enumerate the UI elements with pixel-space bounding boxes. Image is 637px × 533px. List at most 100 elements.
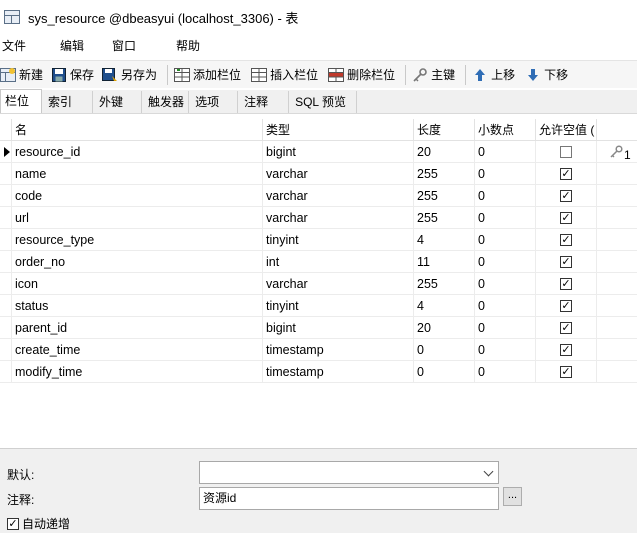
field-name-cell[interactable]: resource_type: [12, 229, 263, 251]
field-length-cell[interactable]: 20: [414, 317, 475, 339]
nullable-checkbox[interactable]: ✓: [560, 366, 572, 378]
field-decimals-cell[interactable]: 0: [475, 207, 536, 229]
menu-file[interactable]: 文件: [0, 35, 33, 57]
field-decimals-cell[interactable]: 0: [475, 229, 536, 251]
save-as-button[interactable]: 另存为: [102, 63, 161, 87]
field-length-cell[interactable]: 4: [414, 295, 475, 317]
table-row[interactable]: status tinyint 4 0 ✓: [0, 295, 637, 317]
field-length-cell[interactable]: 11: [414, 251, 475, 273]
field-length-cell[interactable]: 4: [414, 229, 475, 251]
tab-fields[interactable]: 栏位: [0, 89, 43, 113]
nullable-checkbox[interactable]: ✓: [560, 190, 572, 202]
field-type-cell[interactable]: bigint: [263, 317, 414, 339]
save-button[interactable]: 保存: [51, 63, 98, 87]
field-decimals-cell[interactable]: 0: [475, 295, 536, 317]
field-decimals-cell[interactable]: 0: [475, 251, 536, 273]
field-type-cell[interactable]: bigint: [263, 141, 414, 163]
field-length-cell[interactable]: 255: [414, 163, 475, 185]
table-row[interactable]: create_time timestamp 0 0 ✓: [0, 339, 637, 361]
tab-comment[interactable]: 注释: [238, 91, 290, 113]
nullable-checkbox[interactable]: ✓: [560, 300, 572, 312]
default-select[interactable]: [199, 461, 499, 484]
field-name-cell[interactable]: parent_id: [12, 317, 263, 339]
table-row[interactable]: resource_type tinyint 4 0 ✓: [0, 229, 637, 251]
field-type-cell[interactable]: varchar: [263, 163, 414, 185]
move-down-button[interactable]: 下移: [525, 63, 572, 87]
field-name-cell[interactable]: code: [12, 185, 263, 207]
field-nullable-cell: ✓: [536, 251, 597, 273]
field-length-cell[interactable]: 0: [414, 339, 475, 361]
tab-sql-preview[interactable]: SQL 预览: [289, 91, 357, 113]
field-decimals-cell[interactable]: 0: [475, 361, 536, 383]
table-row[interactable]: modify_time timestamp 0 0 ✓: [0, 361, 637, 383]
nullable-checkbox[interactable]: ✓: [560, 278, 572, 290]
nullable-checkbox[interactable]: ✓: [560, 322, 572, 334]
auto-increment-option[interactable]: ✓ 自动递增: [7, 515, 70, 532]
field-decimals-cell[interactable]: 0: [475, 273, 536, 295]
header-name[interactable]: 名: [12, 119, 263, 141]
header-nullable[interactable]: 允许空值 (: [536, 119, 597, 141]
field-name-cell[interactable]: modify_time: [12, 361, 263, 383]
field-type-cell[interactable]: timestamp: [263, 339, 414, 361]
header-type[interactable]: 类型: [263, 119, 414, 141]
nullable-checkbox[interactable]: ✓: [560, 234, 572, 246]
tab-options[interactable]: 选项: [189, 91, 239, 113]
primary-key-label: 主键: [431, 68, 456, 82]
comment-input[interactable]: 资源id: [199, 487, 499, 510]
table-row[interactable]: resource_id bigint 20 0 1: [0, 141, 637, 163]
field-type-cell[interactable]: tinyint: [263, 229, 414, 251]
nullable-checkbox[interactable]: [560, 146, 572, 158]
auto-increment-checkbox[interactable]: ✓: [7, 517, 19, 530]
primary-key-button[interactable]: 主键: [412, 63, 459, 87]
row-indicator: [0, 317, 12, 339]
tab-foreign-keys[interactable]: 外键: [93, 91, 143, 113]
table-row[interactable]: order_no int 11 0 ✓: [0, 251, 637, 273]
table-row[interactable]: name varchar 255 0 ✓: [0, 163, 637, 185]
field-decimals-cell[interactable]: 0: [475, 163, 536, 185]
field-name-cell[interactable]: name: [12, 163, 263, 185]
add-column-button[interactable]: 添加栏位: [174, 63, 245, 87]
field-decimals-cell[interactable]: 0: [475, 185, 536, 207]
toolbar-divider: [167, 64, 169, 85]
field-name-cell[interactable]: icon: [12, 273, 263, 295]
menu-edit[interactable]: 编辑: [53, 35, 91, 57]
field-decimals-cell[interactable]: 0: [475, 317, 536, 339]
field-length-cell[interactable]: 255: [414, 273, 475, 295]
menu-window[interactable]: 窗口: [105, 35, 143, 57]
header-length[interactable]: 长度: [414, 119, 475, 141]
table-row[interactable]: url varchar 255 0 ✓: [0, 207, 637, 229]
comment-edit-button[interactable]: ...: [503, 487, 522, 506]
field-type-cell[interactable]: tinyint: [263, 295, 414, 317]
nullable-checkbox[interactable]: ✓: [560, 256, 572, 268]
field-length-cell[interactable]: 255: [414, 207, 475, 229]
field-name-cell[interactable]: create_time: [12, 339, 263, 361]
field-decimals-cell[interactable]: 0: [475, 339, 536, 361]
header-decimals[interactable]: 小数点: [475, 119, 536, 141]
delete-column-button[interactable]: 删除栏位: [328, 63, 399, 87]
field-name-cell[interactable]: order_no: [12, 251, 263, 273]
nullable-checkbox[interactable]: ✓: [560, 212, 572, 224]
field-length-cell[interactable]: 0: [414, 361, 475, 383]
table-row[interactable]: icon varchar 255 0 ✓: [0, 273, 637, 295]
insert-column-button[interactable]: 插入栏位: [251, 63, 322, 87]
field-type-cell[interactable]: int: [263, 251, 414, 273]
new-button[interactable]: 新建: [0, 63, 47, 87]
field-length-cell[interactable]: 20: [414, 141, 475, 163]
table-row[interactable]: code varchar 255 0 ✓: [0, 185, 637, 207]
field-length-cell[interactable]: 255: [414, 185, 475, 207]
tab-triggers[interactable]: 触发器: [142, 91, 190, 113]
field-type-cell[interactable]: varchar: [263, 207, 414, 229]
nullable-checkbox[interactable]: ✓: [560, 168, 572, 180]
field-decimals-cell[interactable]: 0: [475, 141, 536, 163]
menu-help[interactable]: 帮助: [169, 35, 207, 57]
field-name-cell[interactable]: status: [12, 295, 263, 317]
field-name-cell[interactable]: url: [12, 207, 263, 229]
move-up-button[interactable]: 上移: [472, 63, 519, 87]
table-row[interactable]: parent_id bigint 20 0 ✓: [0, 317, 637, 339]
field-type-cell[interactable]: timestamp: [263, 361, 414, 383]
nullable-checkbox[interactable]: ✓: [560, 344, 572, 356]
field-type-cell[interactable]: varchar: [263, 273, 414, 295]
field-name-cell[interactable]: resource_id: [12, 141, 263, 163]
field-type-cell[interactable]: varchar: [263, 185, 414, 207]
tab-indexes[interactable]: 索引: [42, 91, 94, 113]
